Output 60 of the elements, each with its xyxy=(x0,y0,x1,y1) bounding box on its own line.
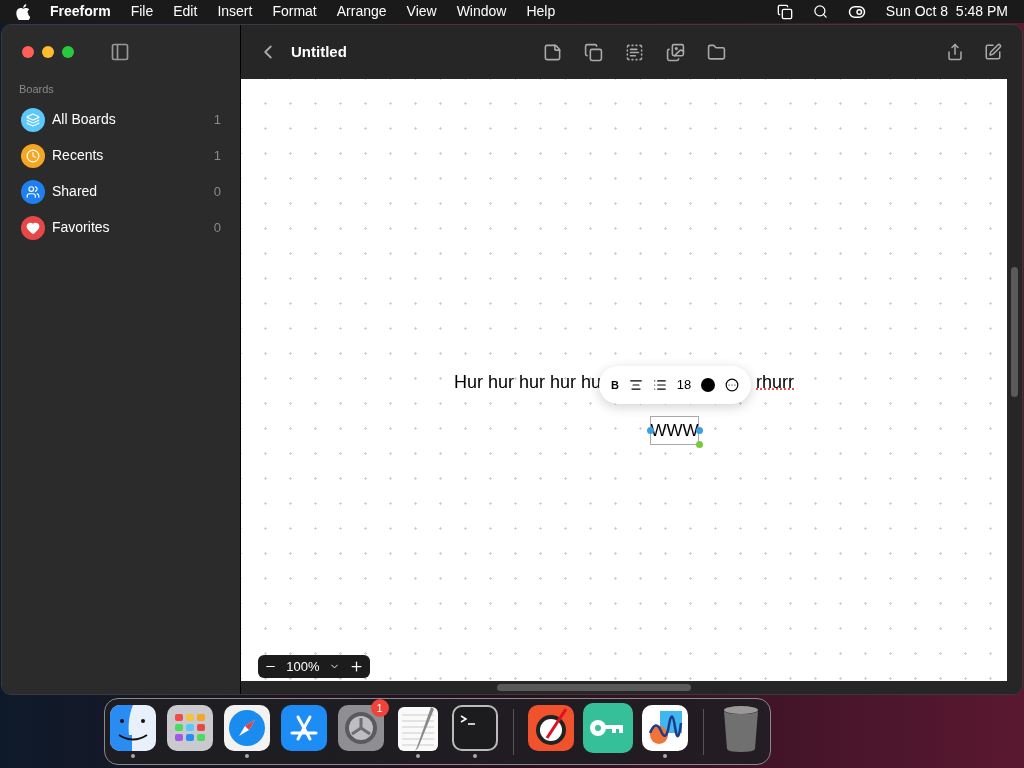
close-button[interactable] xyxy=(22,46,34,58)
finder-icon[interactable] xyxy=(110,705,156,751)
gear-icon[interactable] xyxy=(338,705,384,751)
notepad-icon[interactable] xyxy=(395,705,441,751)
menu-item[interactable]: View xyxy=(406,1,437,22)
app-menu[interactable]: Freeform xyxy=(50,1,111,22)
zoom-in-icon[interactable] xyxy=(349,659,364,674)
text-box-icon[interactable] xyxy=(625,42,644,62)
search-icon[interactable] xyxy=(812,4,828,19)
canvas-text: Hur hur hur hur hu xyxy=(454,371,602,394)
bold-button[interactable]: B xyxy=(611,376,619,394)
menu-item[interactable]: Help xyxy=(526,1,556,22)
menu-item[interactable]: Format xyxy=(272,1,317,22)
font-size-button[interactable]: 18 xyxy=(676,375,692,395)
terminal-icon[interactable] xyxy=(452,705,498,751)
compass-icon[interactable] xyxy=(224,705,270,751)
menu-item[interactable]: Window xyxy=(456,1,507,22)
app-store-icon[interactable] xyxy=(281,705,327,751)
menu-item[interactable]: Insert xyxy=(217,1,253,22)
sidebar-item[interactable]: Recents 1 xyxy=(2,137,240,174)
connector-handle[interactable] xyxy=(696,441,703,448)
text-color-swatch[interactable] xyxy=(701,378,716,392)
item-count: 1 xyxy=(213,146,221,165)
app-grid-icon[interactable] xyxy=(167,705,213,751)
window-title: Untitled xyxy=(291,41,347,62)
images-icon[interactable] xyxy=(666,42,685,62)
item-count: 0 xyxy=(213,218,221,237)
freeform-board-icon[interactable] xyxy=(642,705,688,751)
notification-badge: 1 xyxy=(370,699,389,717)
sticky-note-icon[interactable] xyxy=(543,42,562,62)
sidebar-item[interactable]: All Boards 1 xyxy=(2,101,240,138)
minimize-button[interactable] xyxy=(42,46,54,58)
sidebar-toggle-icon[interactable] xyxy=(110,42,130,62)
shapes-icon[interactable] xyxy=(584,42,603,62)
sidebar-heading: Boards xyxy=(18,82,55,97)
windows-icon[interactable] xyxy=(776,3,793,20)
menu-item[interactable]: File xyxy=(130,1,154,22)
menu-clock[interactable]: Sun Oct 8 5:48 PM xyxy=(885,1,1008,22)
canvas-text: rhurr xyxy=(756,371,794,394)
color-meter-icon[interactable] xyxy=(528,705,574,751)
trash-icon[interactable] xyxy=(721,704,761,752)
compose-icon[interactable] xyxy=(984,43,1002,61)
item-count: 1 xyxy=(213,110,221,129)
more-icon[interactable] xyxy=(724,378,739,392)
share-icon[interactable] xyxy=(946,43,964,61)
sidebar-item[interactable]: Favorites 0 xyxy=(2,209,240,246)
align-center-icon[interactable] xyxy=(628,378,643,392)
horizontal-scrollbar[interactable] xyxy=(497,684,691,691)
list-icon[interactable] xyxy=(652,378,667,392)
menu-item[interactable]: Edit xyxy=(173,1,198,22)
folder-icon[interactable] xyxy=(707,42,726,62)
zoom-button[interactable] xyxy=(62,46,74,58)
item-count: 0 xyxy=(213,182,221,201)
zoom-level[interactable]: 100% xyxy=(286,656,320,677)
menu-item[interactable]: Arrange xyxy=(336,1,387,22)
apple-icon[interactable] xyxy=(16,3,30,20)
sidebar-item[interactable]: Shared 0 xyxy=(2,173,240,210)
key-icon[interactable] xyxy=(583,703,633,753)
vertical-scrollbar[interactable] xyxy=(1011,267,1018,397)
canvas[interactable]: Hur hur hur hur hu B 18 rhurr WWW 100% xyxy=(241,79,1007,681)
